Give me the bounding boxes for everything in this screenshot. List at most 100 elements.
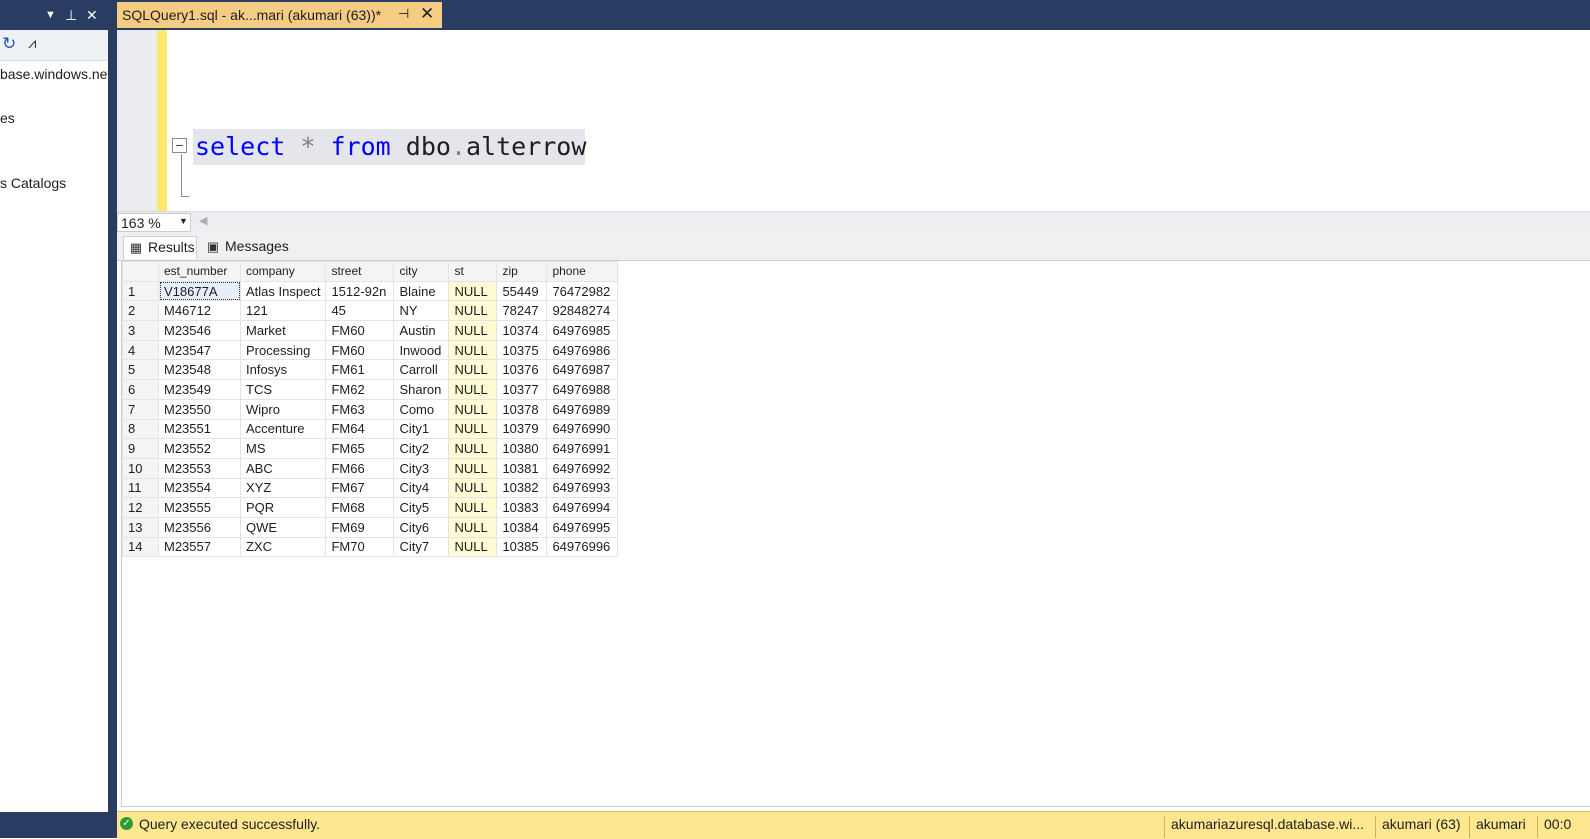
cell-company[interactable]: MS xyxy=(239,438,327,459)
cell-est-number[interactable]: V18677A xyxy=(158,280,241,302)
cell-city[interactable]: City4 xyxy=(393,477,450,499)
column-header-est-number[interactable]: est_number xyxy=(158,261,241,282)
cell-phone[interactable]: 64976988 xyxy=(546,379,619,400)
cell-street[interactable]: FM64 xyxy=(325,418,395,440)
cell-zip[interactable]: 10377 xyxy=(496,379,548,400)
cell-st[interactable]: NULL xyxy=(448,418,498,440)
cell-st[interactable]: NULL xyxy=(448,536,498,558)
row-number[interactable]: 6 xyxy=(122,379,159,400)
cell-company[interactable]: Wipro xyxy=(239,398,327,420)
zoom-dropdown[interactable]: 163 % ▼ xyxy=(117,213,191,232)
cell-phone[interactable]: 64976994 xyxy=(546,497,619,518)
cell-company[interactable]: QWE xyxy=(239,516,327,538)
cell-phone[interactable]: 76472982 xyxy=(546,280,619,302)
tree-item-catalogs[interactable]: s Catalogs xyxy=(0,175,66,191)
table-row[interactable]: 1 V18677A Atlas Inspect 1512-92n Blaine NULL 5… xyxy=(122,280,619,302)
cell-st[interactable]: NULL xyxy=(448,477,498,499)
cell-company[interactable]: Market xyxy=(239,320,327,341)
row-number[interactable]: 12 xyxy=(122,497,159,518)
cell-street[interactable]: FM66 xyxy=(325,457,395,479)
table-row[interactable]: 10 M23553 ABC FM66 City3 NULL 10381 64976992 xyxy=(122,457,619,479)
table-row[interactable]: 14 M23557 ZXC FM70 City7 NULL 10385 64976996 xyxy=(122,536,619,558)
cell-street[interactable]: FM61 xyxy=(325,359,395,381)
cell-phone[interactable]: 92848274 xyxy=(546,300,619,322)
cell-company[interactable]: ABC xyxy=(239,457,327,479)
row-number[interactable]: 11 xyxy=(122,477,159,499)
cell-zip[interactable]: 10380 xyxy=(496,438,548,459)
table-row[interactable]: 5 M23548 Infosys FM61 Carroll NULL 10376 649769… xyxy=(122,359,619,381)
table-row[interactable]: 12 M23555 PQR FM68 City5 NULL 10383 64976994 xyxy=(122,497,619,518)
close-icon[interactable]: ✕ xyxy=(86,6,98,24)
cell-street[interactable]: FM60 xyxy=(325,339,395,361)
cell-zip[interactable]: 10385 xyxy=(496,536,548,558)
cell-city[interactable]: Carroll xyxy=(393,359,450,381)
cell-city[interactable]: Sharon xyxy=(393,379,450,400)
cell-city[interactable]: City6 xyxy=(393,516,450,538)
cell-city[interactable]: City5 xyxy=(393,497,450,518)
cell-st[interactable]: NULL xyxy=(448,497,498,518)
cell-company[interactable]: PQR xyxy=(239,497,327,518)
cell-zip[interactable]: 10379 xyxy=(496,418,548,440)
cell-phone[interactable]: 64976990 xyxy=(546,418,619,440)
cell-zip[interactable]: 10383 xyxy=(496,497,548,518)
cell-city[interactable]: City2 xyxy=(393,438,450,459)
cell-phone[interactable]: 64976995 xyxy=(546,516,619,538)
row-number[interactable]: 10 xyxy=(122,457,159,479)
cell-zip[interactable]: 10384 xyxy=(496,516,548,538)
cell-est-number[interactable]: M23546 xyxy=(158,320,241,341)
cell-company[interactable]: ZXC xyxy=(239,536,327,558)
cell-phone[interactable]: 64976996 xyxy=(546,536,619,558)
table-row[interactable]: 8 M23551 Accenture FM64 City1 NULL 10379 649769… xyxy=(122,418,619,440)
refresh-icon[interactable]: ↻ xyxy=(2,34,16,54)
tree-item-server[interactable]: base.windows.net xyxy=(0,66,108,82)
cell-est-number[interactable]: M23551 xyxy=(158,418,241,440)
cell-city[interactable]: City3 xyxy=(393,457,450,479)
cell-st[interactable]: NULL xyxy=(448,280,498,302)
cell-est-number[interactable]: M23553 xyxy=(158,457,241,479)
cell-company[interactable]: Accenture xyxy=(239,418,327,440)
row-number[interactable]: 9 xyxy=(122,438,159,459)
row-number[interactable]: 13 xyxy=(122,516,159,538)
cell-company[interactable]: TCS xyxy=(239,379,327,400)
row-number[interactable]: 2 xyxy=(122,300,159,322)
cell-st[interactable]: NULL xyxy=(448,339,498,361)
cell-company[interactable]: 121 xyxy=(239,300,327,322)
cell-city[interactable]: City7 xyxy=(393,536,450,558)
tab-results[interactable]: ▦ Results xyxy=(123,236,197,259)
results-grid-area[interactable]: est_number company street city st zip phone 1V… xyxy=(121,261,1590,807)
cell-city[interactable]: Como xyxy=(393,398,450,420)
cell-street[interactable]: FM62 xyxy=(325,379,395,400)
scroll-left-icon[interactable]: ◀ xyxy=(199,214,207,227)
cell-st[interactable]: NULL xyxy=(448,300,498,322)
row-number-header[interactable] xyxy=(122,261,159,282)
row-number[interactable]: 14 xyxy=(122,536,159,558)
cell-est-number[interactable]: M46712 xyxy=(158,300,241,322)
panel-splitter[interactable] xyxy=(108,0,117,838)
cell-zip[interactable]: 10375 xyxy=(496,339,548,361)
cell-st[interactable]: NULL xyxy=(448,359,498,381)
chevron-down-icon[interactable]: ▼ xyxy=(45,6,56,24)
cell-company[interactable]: Atlas Inspect xyxy=(239,280,327,302)
row-number[interactable]: 3 xyxy=(122,320,159,341)
cell-st[interactable]: NULL xyxy=(448,398,498,420)
table-row[interactable]: 2 M46712 121 45 NY NULL 78247 92848274 xyxy=(122,300,619,322)
cell-st[interactable]: NULL xyxy=(448,320,498,341)
column-header-city[interactable]: city xyxy=(393,261,450,282)
table-row[interactable]: 6 M23549 TCS FM62 Sharon NULL 10377 64976988 xyxy=(122,379,619,400)
code-line-selected[interactable]: select * from dbo.alterrow xyxy=(193,129,586,165)
cell-est-number[interactable]: M23547 xyxy=(158,339,241,361)
cell-company[interactable]: Infosys xyxy=(239,359,327,381)
column-header-company[interactable]: company xyxy=(239,261,327,282)
cell-street[interactable]: FM69 xyxy=(325,516,395,538)
cell-est-number[interactable]: M23550 xyxy=(158,398,241,420)
cell-est-number[interactable]: M23549 xyxy=(158,379,241,400)
row-number[interactable]: 5 xyxy=(122,359,159,381)
cell-phone[interactable]: 64976989 xyxy=(546,398,619,420)
row-number[interactable]: 1 xyxy=(122,280,159,302)
cell-st[interactable]: NULL xyxy=(448,457,498,479)
activity-monitor-icon[interactable]: ⩘ xyxy=(28,34,36,54)
cell-st[interactable]: NULL xyxy=(448,379,498,400)
cell-est-number[interactable]: M23555 xyxy=(158,497,241,518)
cell-street[interactable]: FM65 xyxy=(325,438,395,459)
cell-zip[interactable]: 55449 xyxy=(496,280,548,302)
